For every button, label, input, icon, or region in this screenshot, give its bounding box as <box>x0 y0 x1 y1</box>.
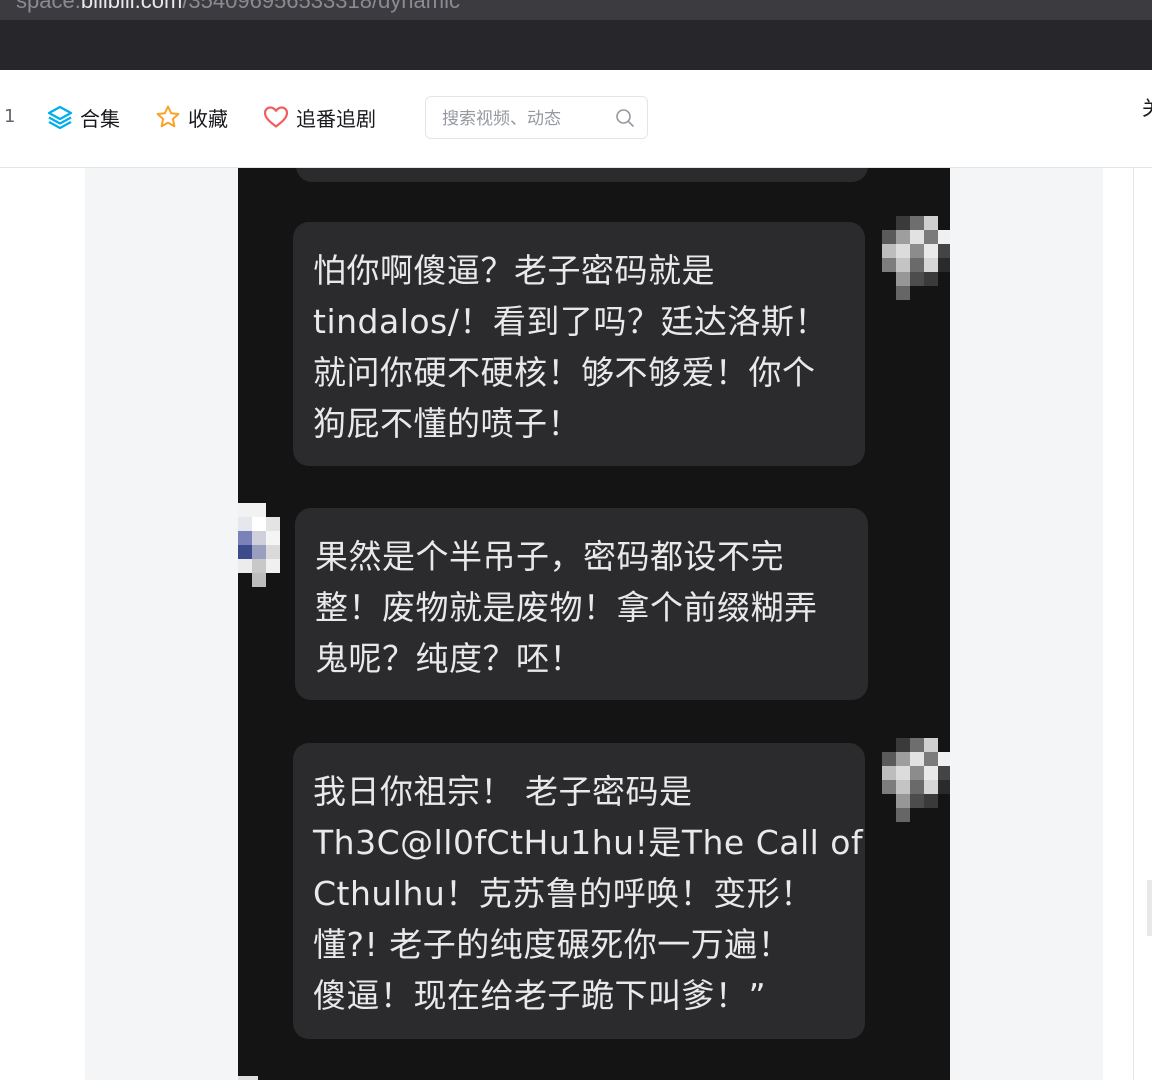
previous-message-bubble <box>296 168 868 182</box>
address-bar[interactable]: space.bilibili.com/354096956533318/dynam… <box>0 0 1152 20</box>
layers-icon <box>47 105 73 130</box>
chat-line: tindalos/！看到了吗？廷达洛斯！ <box>313 302 828 341</box>
chat-line: 鬼呢？纯度？呸！ <box>315 639 583 678</box>
browser-toolbar <box>0 20 1152 70</box>
star-icon <box>156 105 180 128</box>
chat-line: 傻逼！现在给老子跪下叫爹！” <box>313 976 767 1015</box>
chat-line: Th3C@ll0fCtHu1hu!是The Call of <box>313 823 864 862</box>
space-nav-bar: 1 合集 收藏 追番追剧 关 <box>0 70 1152 168</box>
space-search-box <box>425 96 648 140</box>
nav-tab-bangumi-label: 追番追剧 <box>296 106 376 131</box>
next-avatar-remnant <box>238 1076 258 1080</box>
chat-line: 怕你啊傻逼？老子密码就是 <box>313 251 715 290</box>
nav-tab-bangumi[interactable]: 追番追剧 <box>262 102 376 132</box>
search-icon[interactable] <box>615 108 635 128</box>
chat-line: 狗屁不懂的喷子！ <box>313 404 581 443</box>
url-text[interactable]: space.bilibili.com/354096956533318/dynam… <box>16 0 460 14</box>
nav-tab-collections-label: 合集 <box>80 106 120 131</box>
chat-line: 就问你硬不硬核！够不够爱！你个 <box>313 353 816 392</box>
user-avatar-pixelated <box>882 216 950 300</box>
other-user-avatar-pixelated <box>238 503 280 587</box>
chat-bubble-left: 果然是个半吊子，密码都设不完 整！废物就是废物！拿个前缀糊弄 鬼呢？纯度？呸！ <box>295 508 868 700</box>
chat-bubble-right: 怕你啊傻逼？老子密码就是 tindalos/！看到了吗？廷达洛斯！ 就问你硬不硬… <box>293 222 865 466</box>
chat-line: 我日你祖宗！ 老子密码是 <box>313 772 693 811</box>
chat-line: Cthulhu！克苏鲁的呼唤！变形！ <box>313 874 814 913</box>
chat-screenshot-image: 怕你啊傻逼？老子密码就是 tindalos/！看到了吗？廷达洛斯！ 就问你硬不硬… <box>238 168 950 1080</box>
chat-line: 果然是个半吊子，密码都设不完 <box>315 537 784 576</box>
sidebar-divider <box>1133 168 1134 1080</box>
scrollbar-thumb[interactable] <box>1147 880 1152 936</box>
chat-line: 懂?! 老子的纯度碾死你一万遍！ <box>313 925 792 964</box>
nav-tab-favorites-label: 收藏 <box>188 106 228 131</box>
chat-line: 整！废物就是废物！拿个前缀糊弄 <box>315 588 818 627</box>
user-avatar-pixelated <box>882 738 950 822</box>
search-input[interactable] <box>426 97 624 140</box>
nav-tab-favorites[interactable]: 收藏 <box>154 102 228 132</box>
heart-icon <box>263 106 289 128</box>
nav-tab-collections[interactable]: 合集 <box>46 102 120 132</box>
chat-bubble-right: 我日你祖宗！ 老子密码是 Th3C@ll0fCtHu1hu!是The Call … <box>293 743 865 1039</box>
nav-right-partial-label[interactable]: 关 <box>1142 92 1152 121</box>
nav-item-count: 1 <box>4 106 16 127</box>
